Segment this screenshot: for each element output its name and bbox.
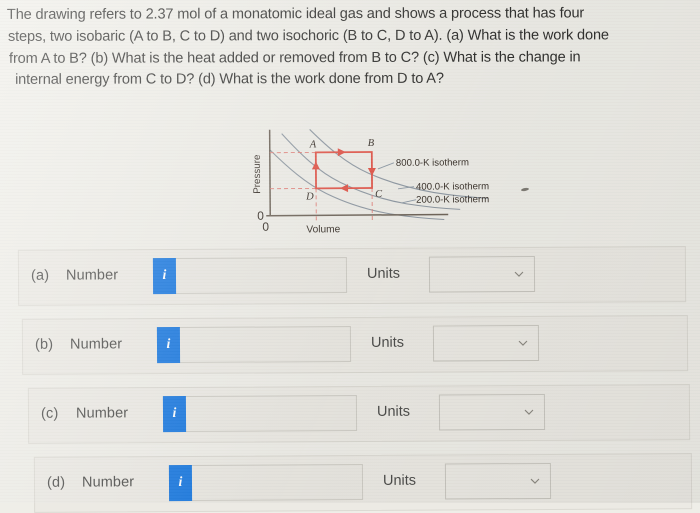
question-line-2: steps, two isobaric (A to B, C to D) and… xyxy=(7,27,609,45)
answer-label-c: (c) xyxy=(40,405,59,422)
units-select-d[interactable] xyxy=(444,462,552,500)
number-input-c[interactable] xyxy=(162,395,358,433)
answer-label-b: (b) xyxy=(34,336,54,353)
photo-speck xyxy=(520,187,530,192)
chevron-down-icon xyxy=(530,476,540,486)
units-label-d: Units xyxy=(382,472,417,489)
isotherm-labels: 800.0-K isotherm 400.0-K isotherm 200.0-… xyxy=(396,157,489,206)
pv-diagram-figure: A B C D 800.0-K isotherm 400.0-K isother… xyxy=(248,126,497,236)
units-label-a: Units xyxy=(366,265,401,282)
answer-row-c: (c) Number i Units xyxy=(27,384,691,444)
cycle-path xyxy=(314,151,373,190)
question-line-3: from A to B? (b) What is the heat added … xyxy=(9,49,581,67)
vertex-label-A: A xyxy=(309,139,317,150)
isotherm-label-400k: 400.0-K isotherm xyxy=(416,181,489,193)
number-input-a[interactable] xyxy=(152,257,348,295)
number-label-d: Number xyxy=(81,474,135,491)
number-label-b: Number xyxy=(69,336,123,353)
answer-label-a: (a) xyxy=(30,267,50,284)
origin-label-volume: 0 xyxy=(262,220,269,234)
chevron-down-icon xyxy=(514,269,524,279)
question-text: The drawing refers to 2.37 mol of a mona… xyxy=(7,3,700,92)
question-line-1: The drawing refers to 2.37 mol of a mona… xyxy=(6,5,585,23)
units-select-a[interactable] xyxy=(428,255,536,293)
info-icon-b[interactable]: i xyxy=(156,326,181,364)
vertex-label-D: D xyxy=(305,191,314,202)
isotherm-curves xyxy=(269,129,489,221)
info-icon-c[interactable]: i xyxy=(162,395,187,433)
answer-row-d: (d) Number i Units xyxy=(33,453,693,513)
units-select-b[interactable] xyxy=(432,324,540,362)
cycle-arrowheads xyxy=(311,148,376,193)
units-label-c: Units xyxy=(376,403,411,420)
answer-row-b: (b) Number i Units xyxy=(21,315,689,375)
info-icon-a[interactable]: i xyxy=(152,257,177,295)
chevron-down-icon xyxy=(518,338,528,348)
info-icon-d[interactable]: i xyxy=(168,464,193,502)
vertex-label-B: B xyxy=(368,138,375,149)
units-label-b: Units xyxy=(370,334,405,351)
x-axis-label: Volume xyxy=(306,224,340,235)
isotherm-label-800k: 800.0-K isotherm xyxy=(396,157,469,169)
number-input-b[interactable] xyxy=(156,326,352,364)
number-input-d[interactable] xyxy=(168,464,364,502)
units-select-c[interactable] xyxy=(438,393,546,431)
number-label-c: Number xyxy=(75,405,129,422)
chevron-down-icon xyxy=(524,407,534,417)
question-line-4: internal energy from C to D? (d) What is… xyxy=(15,71,444,89)
vertex-label-C: C xyxy=(375,189,383,200)
y-axis-label: Pressure xyxy=(252,154,263,194)
isotherm-label-200k: 200.0-K isotherm xyxy=(416,194,489,206)
answer-label-d: (d) xyxy=(46,474,66,491)
number-label-a: Number xyxy=(65,267,119,284)
answer-row-a: (a) Number i Units xyxy=(17,246,687,306)
